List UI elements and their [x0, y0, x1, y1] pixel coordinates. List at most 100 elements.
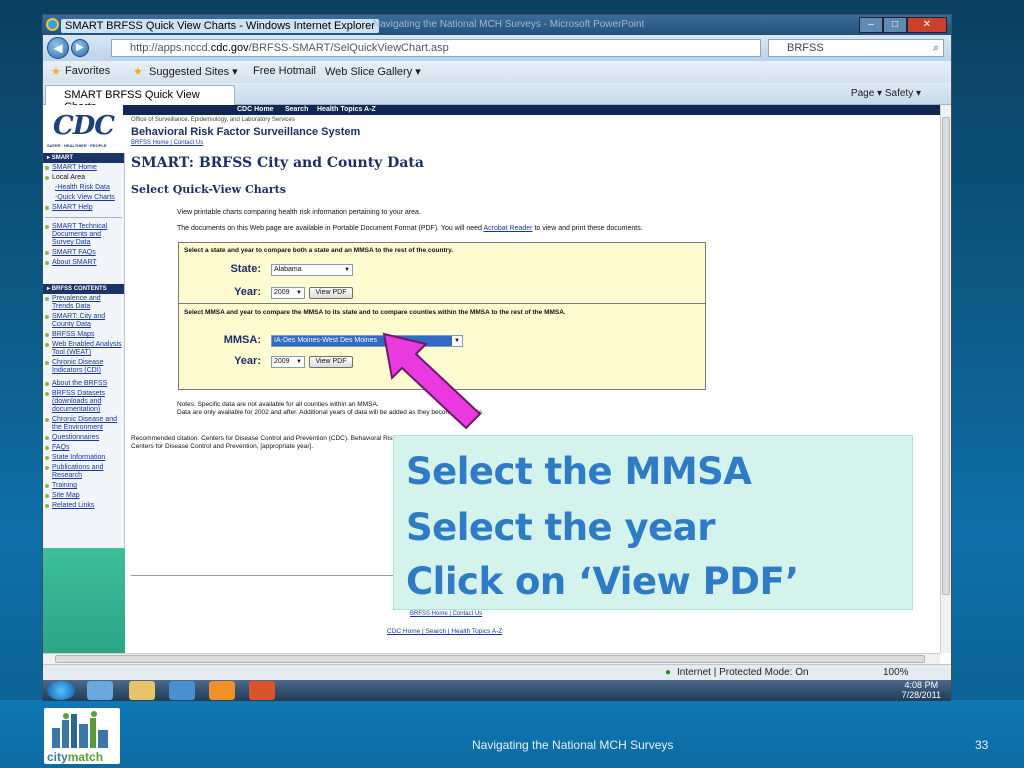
taskbar-ie-icon[interactable] [87, 681, 113, 700]
sidebar-item-about-brfss[interactable]: About the BRFSS [43, 379, 124, 389]
sidebar-head-brfss-label: BRFSS CONTENTS [51, 286, 107, 292]
nav-search[interactable]: Search [285, 106, 308, 113]
sidebar-item-weat[interactable]: Web Enabled Analysis Tool (WEAT) [43, 340, 124, 358]
slide-page-number: 33 [975, 738, 989, 752]
minimize-button[interactable]: – [859, 17, 883, 33]
title-bar: SMART BRFSS Quick View Charts - Windows … [43, 15, 951, 35]
view-pdf-button-mmsa[interactable]: View PDF [309, 356, 353, 368]
pdf-note: The documents on this Web page are avail… [177, 225, 643, 232]
state-instructions: Select a state and year to compare both … [184, 247, 454, 254]
vertical-scrollbar[interactable] [940, 105, 951, 653]
sidebar-item-publications[interactable]: Publications and Research [43, 463, 124, 481]
search-icon[interactable]: ⌕ [933, 40, 939, 56]
mmsa-select-value: IA-Des Moines-West Des Moines [274, 337, 377, 344]
year2-label: Year: [234, 355, 261, 367]
url-domain: cdc.gov [210, 42, 249, 54]
search-input[interactable]: BRFSS ⌕ [768, 39, 944, 57]
instruction-callout: Select the MMSA Select the year Click on… [393, 435, 913, 610]
year-label: Year: [234, 286, 261, 298]
back-button[interactable]: ◀ [47, 37, 69, 59]
suggested-sites-link[interactable]: Suggested Sites ▾ [149, 65, 238, 78]
close-button[interactable]: ✕ [907, 17, 947, 33]
clock[interactable]: 4:08 PM 7/28/2011 [902, 680, 941, 700]
state-select-value: Alabama [274, 266, 302, 273]
sidebar-item-prevalence[interactable]: Prevalence and Trends Data [43, 294, 124, 312]
start-button[interactable] [47, 681, 75, 700]
sidebar-item-cdi[interactable]: Chronic Disease Indicators (CDI) [43, 358, 124, 376]
tab-tools[interactable]: Page ▾ Safety ▾ [851, 88, 921, 99]
year2-select-value: 2009 [274, 358, 290, 365]
sidebar-tech-docs[interactable]: SMART Technical Documents and Survey Data [43, 222, 124, 248]
web-slice-gallery-link[interactable]: Web Slice Gallery ▾ [325, 65, 421, 78]
url-prefix: http://apps.nccd. [130, 42, 211, 54]
cdc-top-nav: CDC Home Search Health Topics A-Z [123, 105, 940, 115]
logo-text-city: city [47, 750, 68, 764]
year-select[interactable]: 2009 ▼ [271, 287, 305, 299]
tab-smart-brfss[interactable]: SMART BRFSS Quick View Charts [45, 85, 235, 113]
clock-time: 4:08 PM [904, 680, 939, 690]
zoom-level[interactable]: 100% [883, 667, 909, 678]
brfss-top-links[interactable]: BRFSS Home | Contact Us [131, 140, 203, 146]
favorites-bar: ★ Favorites ★ Suggested Sites ▾ Free Hot… [43, 61, 951, 83]
forward-button[interactable]: ▶ [71, 39, 89, 57]
horizontal-scroll-thumb[interactable] [55, 655, 925, 663]
sidebar-quick-view[interactable]: -Quick View Charts [43, 193, 124, 203]
mmsa-label: MMSA: [223, 334, 261, 346]
mmsa-instructions: Select MMSA and year to compare the MMSA… [184, 309, 566, 316]
section-title: Select Quick-View Charts [131, 183, 286, 196]
sidebar-item-smart-city[interactable]: SMART: City and County Data [43, 312, 124, 330]
address-bar: ◀ ▶ http://apps.nccd.cdc.gov/BRFSS-SMART… [43, 35, 951, 61]
nav-health-topics[interactable]: Health Topics A-Z [317, 106, 376, 113]
sidebar-item-datasets[interactable]: BRFSS Datasets (downloads and documentat… [43, 389, 124, 415]
sidebar-green-panel [43, 548, 125, 653]
bottom-cdc-links[interactable]: CDC Home | Search | Health Topics A-Z [387, 628, 502, 635]
ie-icon [46, 18, 59, 31]
sidebar-head-smart-label: SMART [51, 155, 74, 161]
sidebar-item-maps[interactable]: BRFSS Maps [43, 330, 124, 340]
callout-line-3: Click on ‘View PDF’ [406, 560, 799, 603]
bottom-cdc-links-text: CDC Home | Search | Health Topics A-Z [387, 628, 503, 635]
free-hotmail-link[interactable]: Free Hotmail [253, 65, 316, 77]
view-pdf-button-state[interactable]: View PDF [309, 287, 353, 299]
url-input[interactable]: http://apps.nccd.cdc.gov/BRFSS-SMART/Sel… [111, 39, 761, 57]
sidebar-item-faqs[interactable]: FAQs [43, 443, 124, 453]
globe-icon: ● [665, 667, 672, 678]
taskbar-powerpoint-icon[interactable] [249, 681, 275, 700]
chevron-down-icon: ▼ [296, 359, 302, 365]
taskbar-media-icon[interactable] [169, 681, 195, 700]
content-divider [131, 575, 431, 576]
slide-footer: Navigating the National MCH Surveys [472, 738, 674, 752]
sidebar-item-state-info[interactable]: State Information [43, 453, 124, 463]
horizontal-scrollbar[interactable] [43, 653, 940, 664]
state-label: State: [230, 263, 261, 275]
maximize-button[interactable]: □ [883, 17, 907, 33]
chevron-down-icon: ▼ [296, 290, 302, 296]
sidebar-item-questionnaires[interactable]: Questionnaires [43, 433, 124, 443]
pdf-note-pre: The documents on this Web page are avail… [177, 225, 484, 232]
sidebar-item-training[interactable]: Training [43, 481, 124, 491]
sidebar-smart-home[interactable]: SMART Home [43, 163, 124, 173]
sidebar-divider [45, 217, 122, 218]
bottom-brfss-links[interactable]: BRFSS Home | Contact Us [410, 611, 482, 617]
acrobat-reader-link[interactable]: Acrobat Reader [483, 225, 532, 232]
taskbar-app-icon[interactable] [209, 681, 235, 700]
sidebar-item-site-map[interactable]: Site Map [43, 491, 124, 501]
sidebar-head-smart: ▸ SMART [43, 153, 124, 163]
security-status[interactable]: Internet | Protected Mode: On [677, 667, 809, 678]
state-select[interactable]: Alabama ▼ [271, 264, 353, 276]
nav-cdc-home[interactable]: CDC Home [237, 106, 274, 113]
status-bar: ● Internet | Protected Mode: On 100% [43, 664, 951, 680]
sidebar-smart-help[interactable]: SMART Help [43, 203, 124, 213]
taskbar-explorer-icon[interactable] [129, 681, 155, 700]
favorites-button[interactable]: Favorites [65, 65, 110, 77]
sidebar-smart-faqs[interactable]: SMART FAQs [43, 248, 124, 258]
pdf-note-post: to view and print these documents. [532, 225, 643, 232]
notes-line-1: Notes: Specific data are not available f… [177, 401, 379, 408]
year2-select[interactable]: 2009 ▼ [271, 356, 305, 368]
vertical-scroll-thumb[interactable] [942, 117, 950, 595]
sidebar-about-smart[interactable]: About SMART [43, 258, 124, 268]
citymatch-logo: citymatch [44, 708, 120, 764]
sidebar-health-risk[interactable]: -Health Risk Data [43, 183, 124, 193]
sidebar-item-environment[interactable]: Chronic Disease and the Environment [43, 415, 124, 433]
sidebar-item-related[interactable]: Related Links [43, 501, 124, 511]
